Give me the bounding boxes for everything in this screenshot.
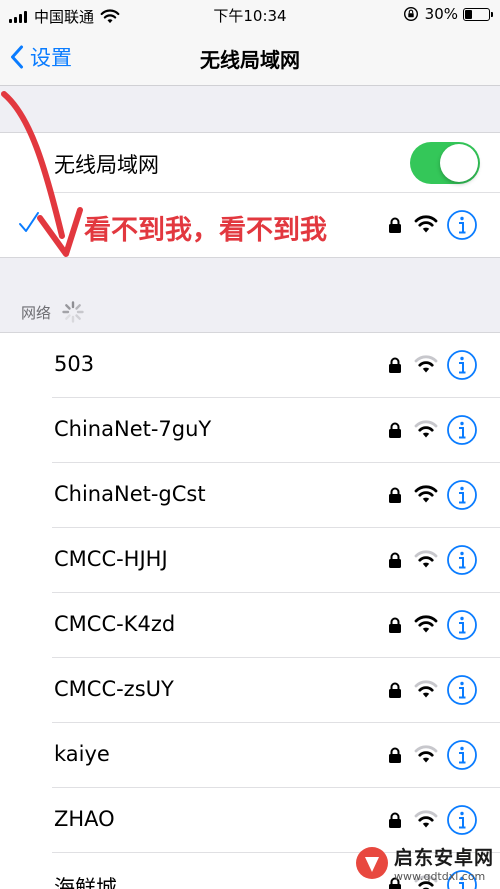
watermark-url: www.qdtdxl.com xyxy=(393,870,486,883)
battery-icon xyxy=(463,7,493,21)
wifi-signal-icon xyxy=(414,485,438,503)
network-row[interactable]: CMCC-zsUY xyxy=(0,658,500,723)
network-row[interactable]: CMCC-K4zd xyxy=(0,593,500,658)
info-icon[interactable] xyxy=(446,674,478,706)
network-name: 503 xyxy=(54,352,95,376)
info-icon[interactable] xyxy=(446,544,478,576)
network-name: ChinaNet-gCst xyxy=(54,482,206,506)
wifi-signal-icon xyxy=(414,355,438,373)
network-name: ChinaNet-7guY xyxy=(54,417,212,441)
status-bar: 中国联通 下午10:34 30% xyxy=(0,0,500,30)
toggle-knob xyxy=(440,144,478,182)
lock-icon xyxy=(389,747,401,763)
battery-percent: 30% xyxy=(424,5,458,23)
wifi-signal-icon xyxy=(414,745,438,763)
info-icon[interactable] xyxy=(446,414,478,446)
network-name: kaiye xyxy=(54,742,110,766)
networks-header-label: 网络 xyxy=(21,303,52,322)
network-row[interactable]: kaiye xyxy=(0,723,500,788)
lock-icon xyxy=(389,552,401,568)
wifi-signal-icon xyxy=(414,810,438,828)
status-right: 30% xyxy=(403,5,493,23)
wifi-signal-icon xyxy=(414,680,438,698)
watermark-title: 启东安卓网 xyxy=(393,847,494,869)
annotation-text: 看不到我，看不到我 xyxy=(84,215,327,246)
network-row[interactable]: 503 xyxy=(0,333,500,398)
networks-list: 503 ChinaNet-7guY ChinaNet-gCst CMCC-HJH… xyxy=(0,332,500,889)
network-name: CMCC-K4zd xyxy=(54,612,176,636)
lock-icon xyxy=(389,682,401,698)
lock-icon xyxy=(389,217,401,233)
lock-icon xyxy=(389,617,401,633)
navigation-bar: 设置 无线局域网 xyxy=(0,30,500,86)
annotation-arrow xyxy=(1,91,83,257)
orientation-lock-icon xyxy=(403,6,418,22)
info-icon[interactable] xyxy=(446,479,478,511)
lock-icon xyxy=(389,357,401,373)
battery-fill xyxy=(465,9,472,19)
info-icon[interactable] xyxy=(446,804,478,836)
loading-spinner-icon xyxy=(62,301,84,323)
network-name: CMCC-HJHJ xyxy=(54,547,168,571)
watermark-logo-icon xyxy=(355,847,388,879)
info-icon[interactable] xyxy=(446,209,478,241)
wifi-toggle-switch[interactable] xyxy=(410,142,480,184)
info-icon[interactable] xyxy=(446,739,478,771)
network-name: CMCC-zsUY xyxy=(54,677,174,701)
network-row[interactable]: ChinaNet-gCst xyxy=(0,463,500,528)
networks-section-header: 网络 xyxy=(21,300,85,324)
wifi-signal-icon xyxy=(414,215,438,233)
lock-icon xyxy=(389,422,401,438)
page-title: 无线局域网 xyxy=(200,48,300,72)
wifi-signal-icon xyxy=(414,615,438,633)
network-name: ZHAO xyxy=(54,807,115,831)
wifi-signal-icon xyxy=(414,420,438,438)
info-icon[interactable] xyxy=(446,609,478,641)
network-row[interactable]: ChinaNet-7guY xyxy=(0,398,500,463)
watermark: 启东安卓网 www.qdtdxl.com xyxy=(354,843,494,883)
wifi-signal-icon xyxy=(414,550,438,568)
info-icon[interactable] xyxy=(446,349,478,381)
network-name: 海鲜城 xyxy=(54,876,117,889)
lock-icon xyxy=(389,812,401,828)
network-row[interactable]: CMCC-HJHJ xyxy=(0,528,500,593)
lock-icon xyxy=(389,487,401,503)
